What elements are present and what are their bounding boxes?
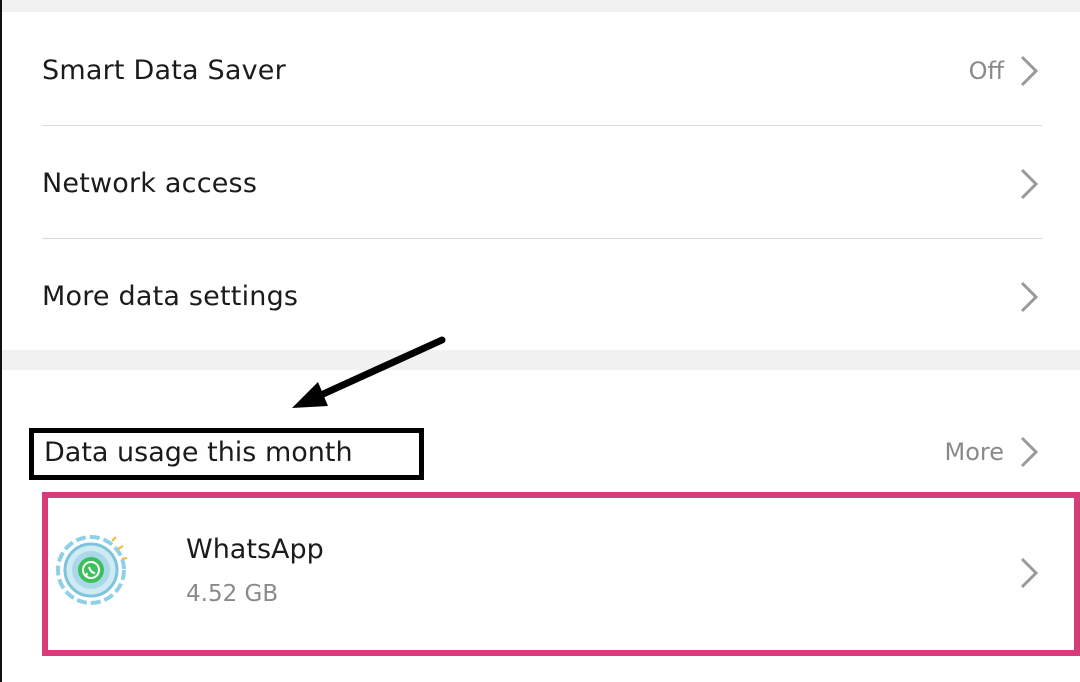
screen: Smart Data Saver Off Network access More… (0, 0, 1080, 682)
chevron-right-icon (1020, 281, 1039, 312)
divider (42, 125, 1042, 126)
more-link[interactable]: More (945, 435, 1041, 469)
annotation-highlight-box (29, 428, 424, 480)
chevron-right-icon (1020, 436, 1039, 468)
divider (42, 238, 1042, 239)
annotation-highlight-box (42, 492, 1080, 656)
smart-data-saver-status: Off (969, 54, 1040, 88)
annotation-arrow-icon (292, 336, 446, 408)
smart-data-saver-label: Smart Data Saver (42, 55, 286, 86)
smart-data-saver-value: Off (968, 56, 1004, 85)
network-access-status (1018, 167, 1040, 201)
more-label: More (944, 438, 1005, 466)
network-access-row[interactable]: Network access (42, 127, 1040, 240)
more-data-settings-status (1018, 280, 1040, 314)
chevron-right-icon (1020, 168, 1039, 199)
chevron-right-icon (1020, 55, 1039, 86)
smart-data-saver-row[interactable]: Smart Data Saver Off (42, 14, 1040, 127)
more-data-settings-row[interactable]: More data settings (42, 240, 1040, 353)
network-access-label: Network access (42, 168, 258, 199)
settings-card: Smart Data Saver Off Network access More… (2, 12, 1080, 350)
more-data-settings-label: More data settings (42, 281, 299, 312)
